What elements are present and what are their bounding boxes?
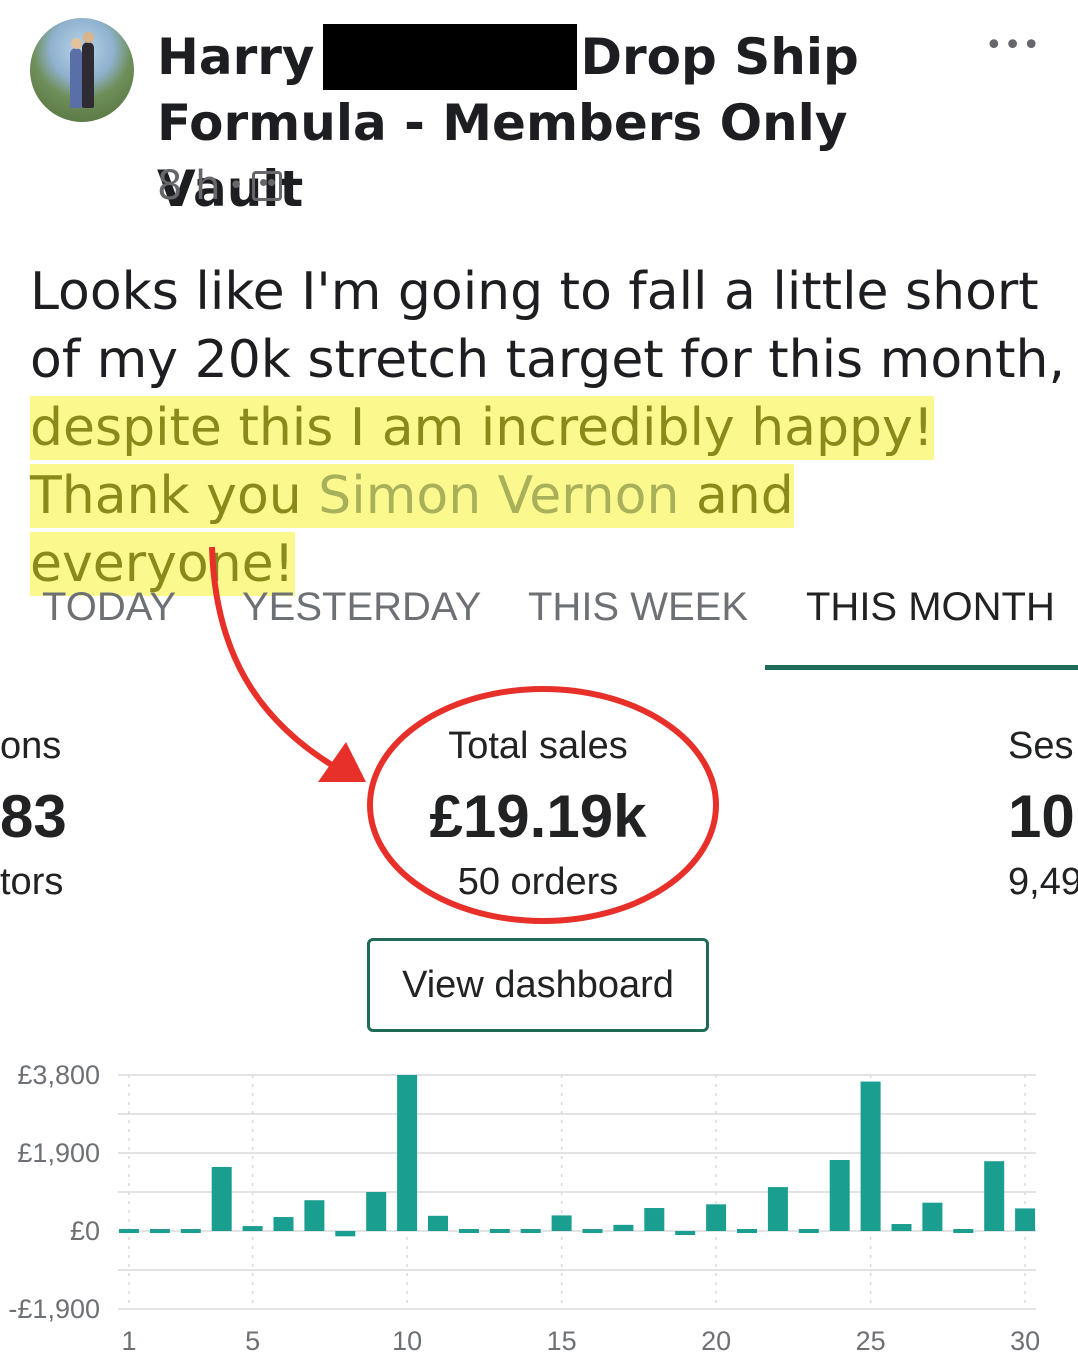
period-tabs: TODAY YESTERDAY THIS WEEK THIS MONTH — [0, 575, 1078, 675]
avatar-head-1 — [71, 38, 82, 49]
total-sales-stat[interactable]: Total sales £19.19k 50 orders — [388, 725, 688, 904]
bar-day-22 — [767, 1187, 788, 1231]
orders-count: 50 orders — [457, 861, 619, 903]
avatar-head-2 — [83, 32, 94, 43]
bar-day-16 — [582, 1229, 603, 1233]
bar-day-12 — [458, 1229, 479, 1233]
bar-day-13 — [489, 1229, 510, 1233]
redaction-block — [322, 24, 577, 90]
y-tick-label: £3,800 — [17, 1060, 100, 1090]
bar-day-8 — [335, 1231, 356, 1237]
bar-day-7 — [304, 1200, 325, 1231]
post-time[interactable]: 8 h — [157, 163, 221, 209]
bar-day-27 — [922, 1202, 943, 1231]
bar-day-29 — [984, 1161, 1005, 1231]
active-tab-indicator — [765, 665, 1078, 670]
tab-this-month[interactable]: THIS MONTH — [806, 585, 1055, 630]
x-axis-ticks: 1 5 10 15 20 25 30 — [121, 1326, 1040, 1356]
bar-day-25 — [860, 1081, 881, 1231]
bar-day-21 — [737, 1229, 757, 1233]
bar-day-2 — [149, 1229, 170, 1233]
annotation-arrow-head — [318, 742, 366, 782]
stat-value: 83 — [0, 783, 67, 850]
bar-day-15 — [551, 1215, 572, 1231]
y-tick-label: £0 — [70, 1216, 100, 1246]
bar-day-6 — [273, 1217, 294, 1231]
sessions-stat[interactable]: Ses 10 9,49 — [1008, 725, 1078, 904]
x-tick-label: 15 — [547, 1326, 577, 1356]
total-sales-label: Total sales — [448, 725, 628, 767]
bar-day-9 — [366, 1192, 387, 1231]
x-tick-label: 20 — [701, 1326, 731, 1356]
author-avatar[interactable] — [30, 18, 134, 122]
group-name[interactable]: Drop Ship — [581, 28, 859, 86]
stat-label: Ses — [1008, 725, 1074, 767]
bar-day-14 — [520, 1229, 541, 1233]
stat-label: ons — [0, 725, 62, 767]
avatar-person-1 — [70, 48, 82, 108]
stat-sub: tors — [0, 861, 64, 903]
bar-day-5 — [242, 1226, 263, 1231]
x-tick-label: 1 — [121, 1326, 136, 1356]
x-tick-label: 30 — [1010, 1326, 1040, 1356]
post-text-plain: Looks like I'm going to fall a little sh… — [30, 262, 1065, 390]
author-name[interactable]: Harry — [157, 28, 315, 86]
x-tick-label: 25 — [856, 1326, 886, 1356]
y-tick-label: £1,900 — [17, 1138, 100, 1168]
group-audience-icon — [251, 171, 282, 201]
bar-day-24 — [829, 1159, 850, 1231]
bar-day-17 — [613, 1224, 634, 1231]
bar-day-23 — [798, 1229, 819, 1233]
sessions-conversion-stat[interactable]: ons 83 tors — [0, 725, 67, 904]
bar-day-3 — [180, 1229, 201, 1233]
bar-day-26 — [891, 1224, 912, 1231]
tab-today[interactable]: TODAY — [42, 585, 176, 630]
y-tick-label: -£1,900 — [8, 1294, 100, 1324]
post-meta: 8 h • — [157, 163, 282, 209]
highlighted-text: despite this I am incredibly happy! Than… — [30, 396, 934, 596]
bar-day-4 — [211, 1166, 232, 1231]
bar-day-19 — [675, 1231, 696, 1235]
sales-bar-chart: £3,800£1,900£0-£1,900 1 5 10 15 20 25 30 — [8, 1060, 1040, 1356]
bar-day-10 — [397, 1075, 418, 1231]
separator-dot: • — [228, 171, 244, 201]
total-sales-value: £19.19k — [429, 783, 647, 850]
tab-this-week[interactable]: THIS WEEK — [528, 585, 748, 630]
bar-day-18 — [644, 1208, 665, 1231]
avatar-person-2 — [82, 42, 94, 108]
stat-value: 10 — [1008, 783, 1075, 850]
more-options-icon[interactable]: ••• — [985, 28, 1041, 63]
mention-link[interactable]: Simon Vernon — [318, 466, 679, 526]
post-text: Looks like I'm going to fall a little sh… — [30, 258, 1070, 598]
bar-day-11 — [428, 1215, 448, 1231]
chart-grid — [118, 1074, 1036, 1310]
tab-yesterday[interactable]: YESTERDAY — [242, 585, 481, 630]
chart-bars — [119, 1075, 1036, 1237]
view-dashboard-button[interactable]: View dashboard — [367, 938, 709, 1032]
x-tick-label: 5 — [245, 1326, 260, 1356]
bar-day-20 — [706, 1204, 727, 1231]
y-axis-ticks: £3,800 £1,900 £0 -£1,900 — [8, 1060, 100, 1324]
bar-day-30 — [1015, 1208, 1036, 1231]
bar-day-1 — [119, 1229, 139, 1233]
x-tick-label: 10 — [392, 1326, 422, 1356]
bar-day-28 — [953, 1229, 974, 1233]
stat-sub: 9,49 — [1008, 861, 1078, 903]
